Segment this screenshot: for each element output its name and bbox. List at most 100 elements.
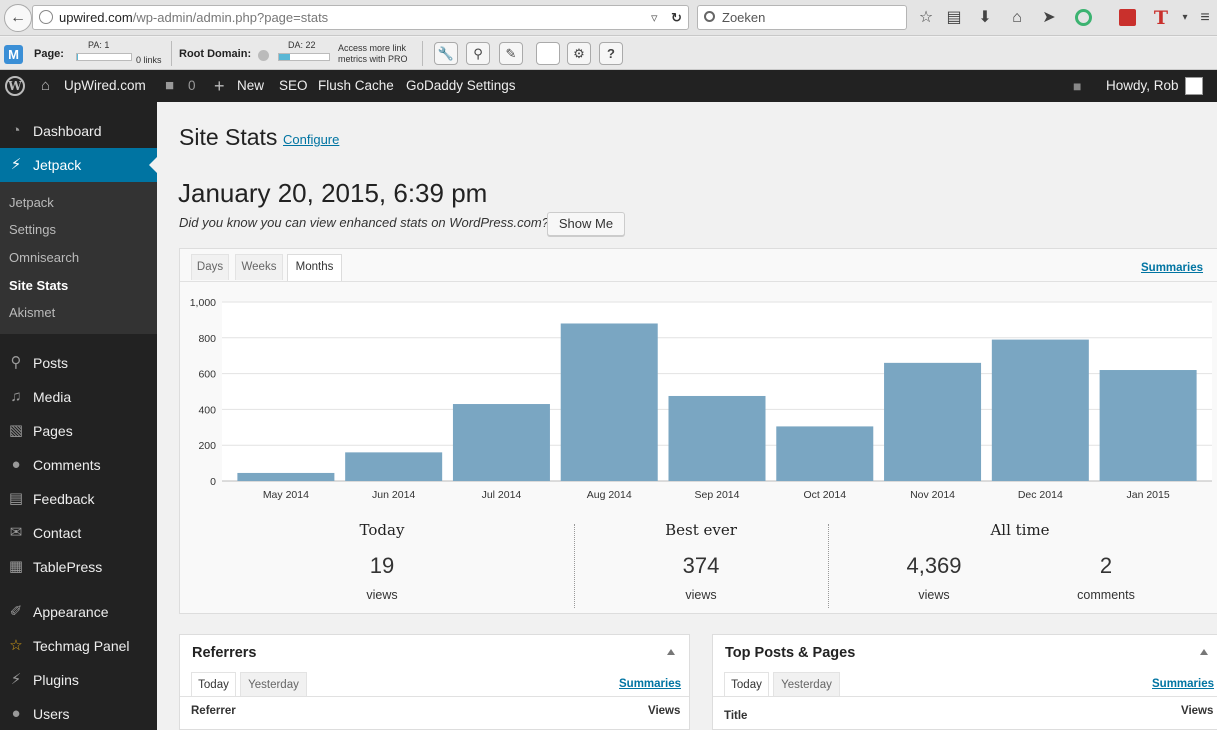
home-icon: ⌂: [41, 77, 51, 94]
collapse-triangle-icon[interactable]: [1200, 649, 1208, 655]
sidebar-item-label: Plugins: [33, 672, 79, 688]
referrers-col-views: Views: [648, 705, 681, 717]
chevron-down-icon[interactable]: ▾: [1174, 7, 1196, 29]
pencil-icon[interactable]: ✎: [499, 42, 523, 65]
chart-bar[interactable]: [560, 323, 658, 481]
new-link[interactable]: New: [237, 70, 264, 102]
blank-icon[interactable]: [536, 42, 560, 65]
seo-link[interactable]: SEO: [279, 70, 308, 102]
referrers-tab-today[interactable]: Today: [191, 672, 236, 697]
sidebar-item-dashboard[interactable]: ◔ Dashboard: [0, 114, 157, 148]
chart-bar[interactable]: [991, 339, 1089, 481]
sidebar-item-pages[interactable]: ▧ Pages: [0, 414, 157, 448]
pin-icon: ⚲: [10, 354, 22, 371]
submenu-item-settings[interactable]: Settings: [9, 222, 56, 237]
top-posts-title: Top Posts & Pages: [725, 645, 856, 661]
sidebar-item-users[interactable]: ● Users: [0, 697, 157, 730]
reload-icon[interactable]: ↻: [671, 6, 682, 29]
chart-y-tick-label: 1,000: [190, 297, 216, 309]
box-tabs-divider: [180, 696, 689, 697]
sidebar-item-techmag-panel[interactable]: ☆ Techmag Panel: [0, 629, 157, 663]
comments-icon: ●: [11, 456, 21, 473]
chart-bar[interactable]: [345, 452, 443, 481]
mozbar-page-label: Page:: [34, 48, 64, 60]
mozbar-pro-text-1[interactable]: Access more link: [338, 43, 406, 53]
stat-best-value: 374: [682, 553, 720, 578]
bookmark-star-icon[interactable]: ☆: [915, 7, 937, 29]
submenu-item-akismet[interactable]: Akismet: [9, 305, 55, 320]
sidebar-item-comments[interactable]: ● Comments: [0, 448, 157, 482]
envelope-icon: ✉: [9, 524, 23, 541]
back-arrow-icon[interactable]: ←: [4, 4, 32, 32]
chart-x-tick-label: Dec 2014: [1018, 489, 1063, 501]
extension-green-icon[interactable]: [1072, 7, 1094, 29]
jetpack-icon: ⚡: [10, 156, 22, 173]
top-posts-box: Top Posts & Pages Today Yesterday Summar…: [712, 634, 1217, 730]
chart-bar[interactable]: [776, 426, 874, 481]
gear-icon[interactable]: ⚙: [567, 42, 591, 65]
send-icon[interactable]: ➤: [1038, 7, 1060, 29]
chart-bar[interactable]: [452, 404, 550, 481]
chart-bar[interactable]: [668, 395, 766, 481]
stats-divider: [574, 524, 575, 608]
url-bar[interactable]: upwired.com/wp-admin/admin.php?page=stat…: [32, 5, 689, 30]
chart-y-tick-label: 0: [210, 476, 216, 488]
sidebar-item-tablepress[interactable]: ▦ TablePress: [0, 550, 157, 584]
sidebar-item-plugins[interactable]: ⚡ Plugins: [0, 663, 157, 697]
mozbar-da-label: DA: 22: [288, 40, 316, 50]
submenu-item-jetpack[interactable]: Jetpack: [9, 195, 54, 210]
comment-bubble-icon[interactable]: ■: [165, 70, 174, 102]
chart-x-tick-label: Jan 2015: [1127, 489, 1170, 501]
avatar[interactable]: [1185, 77, 1203, 95]
collapse-triangle-icon[interactable]: [667, 649, 675, 655]
chart-bar[interactable]: [1099, 370, 1197, 481]
mozbar-pro-text-2[interactable]: metrics with PRO: [338, 54, 408, 64]
help-icon[interactable]: ?: [599, 42, 623, 65]
moz-logo-icon[interactable]: M: [4, 45, 23, 64]
notification-icon[interactable]: ■: [1073, 70, 1081, 102]
configure-link[interactable]: Configure: [283, 132, 339, 147]
chart-bar[interactable]: [237, 472, 335, 481]
referrers-tab-yesterday[interactable]: Yesterday: [240, 672, 307, 697]
star-icon: ☆: [9, 637, 23, 654]
sidebar-item-contact[interactable]: ✉ Contact: [0, 516, 157, 550]
wordpress-logo-icon[interactable]: W: [5, 76, 25, 96]
submenu-item-site-stats[interactable]: Site Stats: [9, 278, 68, 293]
site-name-link[interactable]: UpWired.com: [64, 70, 146, 102]
godaddy-settings-link[interactable]: GoDaddy Settings: [406, 70, 516, 102]
browser-search-input[interactable]: Zoeken: [697, 5, 907, 30]
download-icon[interactable]: ⬇: [974, 7, 996, 29]
show-me-button[interactable]: Show Me: [547, 212, 625, 236]
search-icon: [704, 11, 715, 22]
home-icon[interactable]: ⌂: [1006, 7, 1028, 29]
sidebar-item-feedback[interactable]: ▤ Feedback: [0, 482, 157, 516]
stat-today: Today 19 views: [280, 521, 484, 602]
extension-red-icon[interactable]: [1116, 7, 1138, 29]
comments-count[interactable]: 0: [188, 70, 196, 102]
sidebar-item-posts[interactable]: ⚲ Posts: [0, 346, 157, 380]
top-posts-tab-yesterday[interactable]: Yesterday: [773, 672, 840, 697]
flush-cache-link[interactable]: Flush Cache: [318, 70, 394, 102]
sidebar-item-media[interactable]: ♫ Media: [0, 380, 157, 414]
reading-list-icon[interactable]: ▤: [943, 7, 965, 29]
sidebar-item-jetpack[interactable]: ⚡ Jetpack: [0, 148, 157, 182]
wrench-icon[interactable]: 🔧: [434, 42, 458, 65]
search-placeholder: Zoeken: [722, 10, 766, 25]
chevron-down-icon[interactable]: [258, 50, 269, 61]
stat-alltime-title: All time: [990, 521, 1050, 539]
chart-y-tick-label: 800: [198, 333, 216, 345]
sidebar-item-label: TablePress: [33, 559, 103, 575]
submenu-item-omnisearch[interactable]: Omnisearch: [9, 250, 79, 265]
referrers-summaries-link[interactable]: Summaries: [619, 678, 681, 690]
search-icon[interactable]: ⚲: [466, 42, 490, 65]
chart-bar[interactable]: [884, 362, 982, 481]
sidebar-item-appearance[interactable]: ✐ Appearance: [0, 595, 157, 629]
dropdown-triangle-icon[interactable]: ▿: [651, 6, 658, 29]
stat-today-title: Today: [359, 521, 405, 539]
extension-t-icon[interactable]: T: [1150, 7, 1172, 29]
mozbar-pa-meter: [76, 53, 132, 61]
top-posts-tab-today[interactable]: Today: [724, 672, 769, 697]
howdy-link[interactable]: Howdy, Rob: [1106, 70, 1179, 102]
menu-icon[interactable]: ≡: [1194, 7, 1216, 29]
top-posts-summaries-link[interactable]: Summaries: [1152, 678, 1214, 690]
